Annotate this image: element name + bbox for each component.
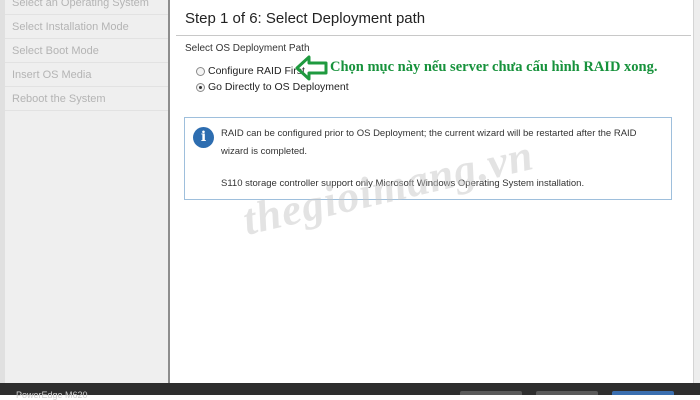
option-go-directly-label: Go Directly to OS Deployment <box>208 81 349 93</box>
back-button[interactable] <box>460 391 522 395</box>
scrollbar-edge <box>693 0 700 383</box>
arrow-left-icon <box>295 55 328 81</box>
title-divider <box>176 35 691 36</box>
finish-button[interactable] <box>612 391 674 395</box>
info-text-line2: wizard is completed. <box>221 146 308 157</box>
radio-configure-raid[interactable] <box>196 66 205 76</box>
option-go-directly[interactable]: Go Directly to OS Deployment <box>196 81 349 93</box>
sidebar-item-select-os[interactable]: Select an Operating System <box>5 0 168 15</box>
sidebar-divider <box>168 0 170 383</box>
annotation-text: Chọn mục này nếu server chưa cấu hình RA… <box>330 59 658 75</box>
page-title: Step 1 of 6: Select Deployment path <box>185 10 426 27</box>
option-configure-raid[interactable]: Configure RAID First <box>196 65 305 77</box>
info-text-line3: S110 storage controller support only Mic… <box>221 178 585 189</box>
sidebar: Select an Operating System Select Instal… <box>0 0 168 383</box>
radio-go-directly[interactable] <box>196 82 205 92</box>
info-icon: i <box>193 127 214 148</box>
next-button[interactable] <box>536 391 598 395</box>
info-text-line1: RAID can be configured prior to OS Deplo… <box>221 128 637 139</box>
footer-product: PowerEdge M620 <box>16 390 88 400</box>
sidebar-item-reboot[interactable]: Reboot the System <box>5 88 168 111</box>
section-label: Select OS Deployment Path <box>185 43 310 54</box>
sidebar-item-installation-mode[interactable]: Select Installation Mode <box>5 16 168 39</box>
sidebar-item-boot-mode[interactable]: Select Boot Mode <box>5 40 168 63</box>
option-configure-raid-label: Configure RAID First <box>208 65 305 77</box>
sidebar-item-insert-media[interactable]: Insert OS Media <box>5 64 168 87</box>
